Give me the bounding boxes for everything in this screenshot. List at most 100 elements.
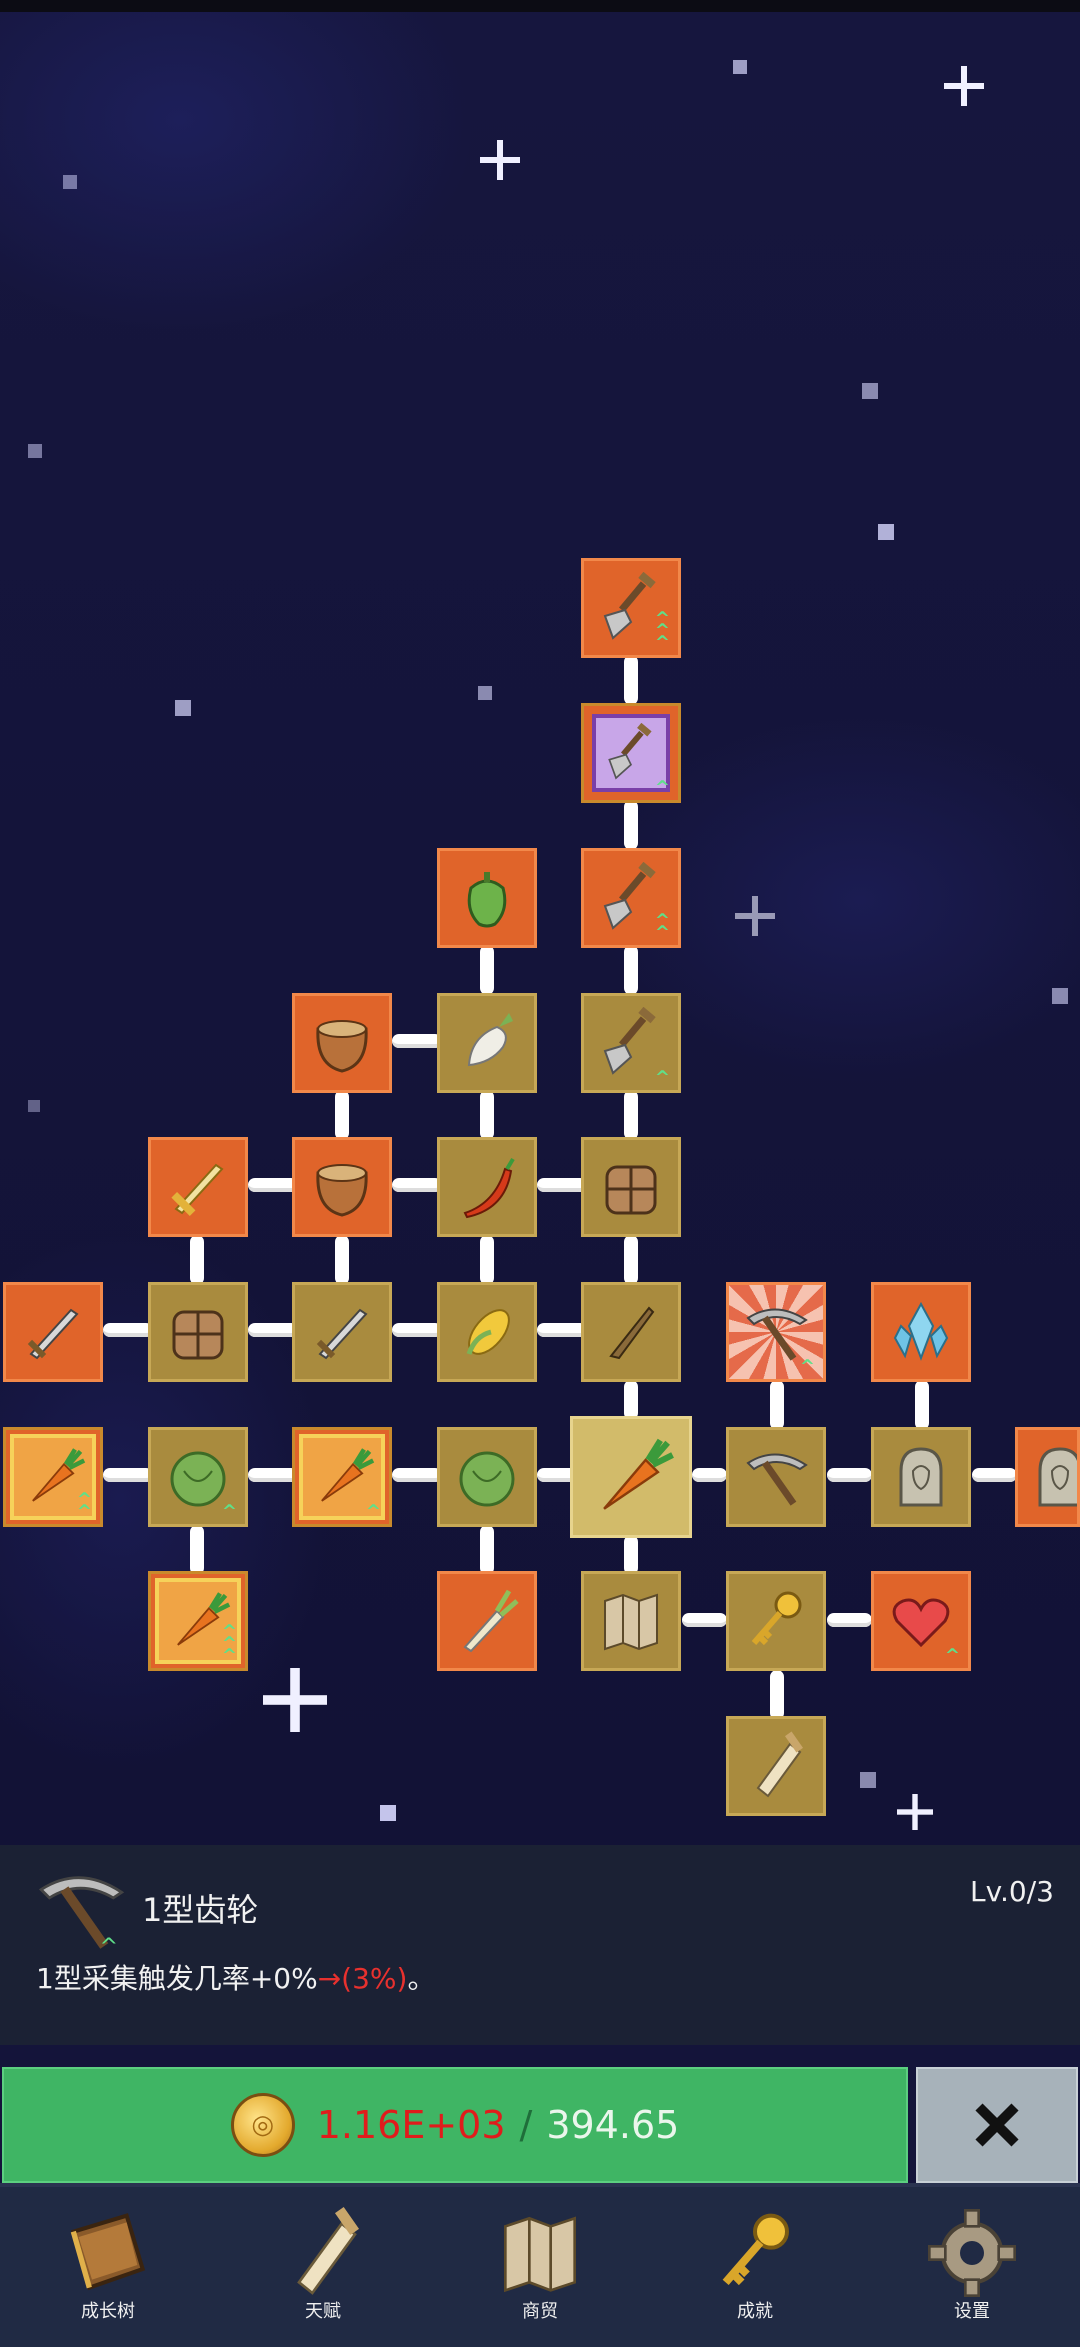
star	[878, 524, 894, 540]
tree-connector	[537, 1323, 587, 1337]
shovel-icon	[608, 723, 653, 779]
chest-icon	[172, 1310, 224, 1360]
sword-icon	[26, 1309, 79, 1360]
scroll-icon	[297, 2205, 361, 2295]
golden-sword-icon	[170, 1164, 223, 1218]
tree-connector	[103, 1323, 153, 1337]
status-bar	[0, 0, 1080, 12]
owned-currency: 394.65	[546, 2103, 680, 2147]
skill-node-pickaxe[interactable]	[726, 1427, 826, 1527]
upgrade-arrow-icon: ^	[799, 1356, 815, 1377]
tab-talent[interactable]: 天赋	[223, 2187, 423, 2347]
tab-label: 成就	[737, 2301, 773, 2322]
skill-node-chili[interactable]	[437, 1137, 537, 1237]
upgrade-arrow-icon: ^	[654, 777, 670, 798]
gold-coin-icon: ◎	[230, 2093, 295, 2157]
corn-icon	[451, 1296, 523, 1368]
skill-node-carrot[interactable]: ^ ^	[3, 1427, 103, 1527]
skill-node-key[interactable]	[726, 1571, 826, 1671]
skill-node-golden-sword[interactable]	[148, 1137, 248, 1237]
skill-node-carrot[interactable]: ^	[292, 1427, 392, 1527]
skill-node-shovel[interactable]: ^ ^	[581, 848, 681, 948]
skill-node-pickaxe-burst[interactable]: ^	[726, 1282, 826, 1382]
tab-achievements[interactable]: 成就	[655, 2187, 855, 2347]
tab-trade[interactable]: 商贸	[440, 2187, 640, 2347]
star	[63, 175, 77, 189]
statue-icon	[899, 1447, 943, 1507]
tree-connector	[624, 1235, 638, 1285]
sword-icon	[315, 1309, 367, 1360]
star	[862, 383, 878, 399]
tree-connector	[248, 1468, 298, 1482]
tree-connector	[248, 1323, 298, 1337]
skill-node-pot[interactable]	[292, 993, 392, 1093]
tree-connector	[335, 1090, 349, 1140]
sparkle-star	[944, 66, 984, 106]
skill-node-radish[interactable]	[437, 993, 537, 1093]
upgrade-cost: 1.16E+03	[316, 2103, 506, 2147]
skill-node-cabbage[interactable]	[437, 1427, 537, 1527]
pickaxe-icon: ^	[39, 1876, 124, 1959]
tree-connector	[480, 1235, 494, 1285]
tab-label: 商贸	[522, 2301, 558, 2322]
close-button[interactable]	[916, 2067, 1078, 2183]
skill-node-statue[interactable]	[871, 1427, 971, 1527]
skill-node-cabbage[interactable]: ^	[148, 1427, 248, 1527]
upgrade-button[interactable]: ◎ 1.16E+03 / 394.65	[2, 2067, 908, 2183]
cabbage-icon	[459, 1451, 515, 1507]
skill-node-pot[interactable]	[292, 1137, 392, 1237]
tree-connector	[190, 1525, 204, 1575]
key-icon	[707, 2205, 803, 2301]
skill-node-carrot[interactable]: ^ ^ ^	[148, 1571, 248, 1671]
star	[380, 1805, 396, 1821]
tree-connector	[827, 1613, 872, 1627]
skill-node-scroll[interactable]	[726, 1716, 826, 1816]
tree-connector	[480, 1525, 494, 1575]
tree-connector	[248, 1178, 298, 1192]
map-icon	[604, 1594, 658, 1650]
skill-node-corn[interactable]	[437, 1282, 537, 1382]
skill-node-carrot-root[interactable]	[570, 1416, 692, 1538]
tree-connector	[537, 1178, 587, 1192]
tree-connector	[770, 1380, 784, 1430]
sparkle-star	[735, 896, 775, 936]
tab-growth-tree[interactable]: 成长树	[8, 2187, 208, 2347]
radish-icon	[468, 1012, 514, 1066]
skill-node-backpack[interactable]	[581, 1137, 681, 1237]
skill-node-chest[interactable]	[148, 1282, 248, 1382]
carrot-icon	[587, 1433, 675, 1521]
upgrade-arrows-icon: ^ ^	[654, 910, 670, 943]
upgrade-arrow-icon: ^	[365, 1501, 381, 1522]
skill-node-shovel-purple[interactable]: ^	[581, 703, 681, 803]
close-x-icon	[975, 2103, 1019, 2147]
skill-node-pepper[interactable]	[437, 848, 537, 948]
skill-node-shovel[interactable]: ^ ^ ^	[581, 558, 681, 658]
skill-node-knife[interactable]	[581, 1282, 681, 1382]
upgrade-arrows-icon: ^ ^ ^	[654, 608, 670, 653]
star	[28, 1100, 40, 1112]
tree-connector	[624, 655, 638, 705]
skill-node-shovel[interactable]: ^	[581, 993, 681, 1093]
upgrade-arrows-icon: ^ ^ ^	[221, 1621, 237, 1666]
chili-icon	[463, 1157, 515, 1219]
backpack-icon	[605, 1165, 657, 1215]
svg-text:^: ^	[99, 1933, 118, 1959]
tree-connector	[480, 1090, 494, 1140]
star	[733, 60, 747, 74]
skill-node-crystal[interactable]	[871, 1282, 971, 1382]
skill-level: Lv.0/3	[970, 1875, 1054, 1908]
cost-separator: /	[519, 2103, 533, 2147]
skill-node-leek[interactable]	[437, 1571, 537, 1671]
book-icon	[70, 2213, 146, 2291]
star	[1052, 988, 1068, 1004]
skill-node-map[interactable]	[581, 1571, 681, 1671]
skill-node-statue[interactable]	[1015, 1427, 1080, 1527]
tree-connector	[915, 1380, 929, 1430]
skill-node-heart[interactable]: ^	[871, 1571, 971, 1671]
scroll-icon	[757, 1730, 805, 1797]
clay-pot-icon	[316, 1163, 368, 1217]
skill-node-sword[interactable]	[292, 1282, 392, 1382]
skill-node-sword[interactable]	[3, 1282, 103, 1382]
tab-settings[interactable]: 设置	[872, 2187, 1072, 2347]
pickaxe-icon	[747, 1453, 807, 1507]
